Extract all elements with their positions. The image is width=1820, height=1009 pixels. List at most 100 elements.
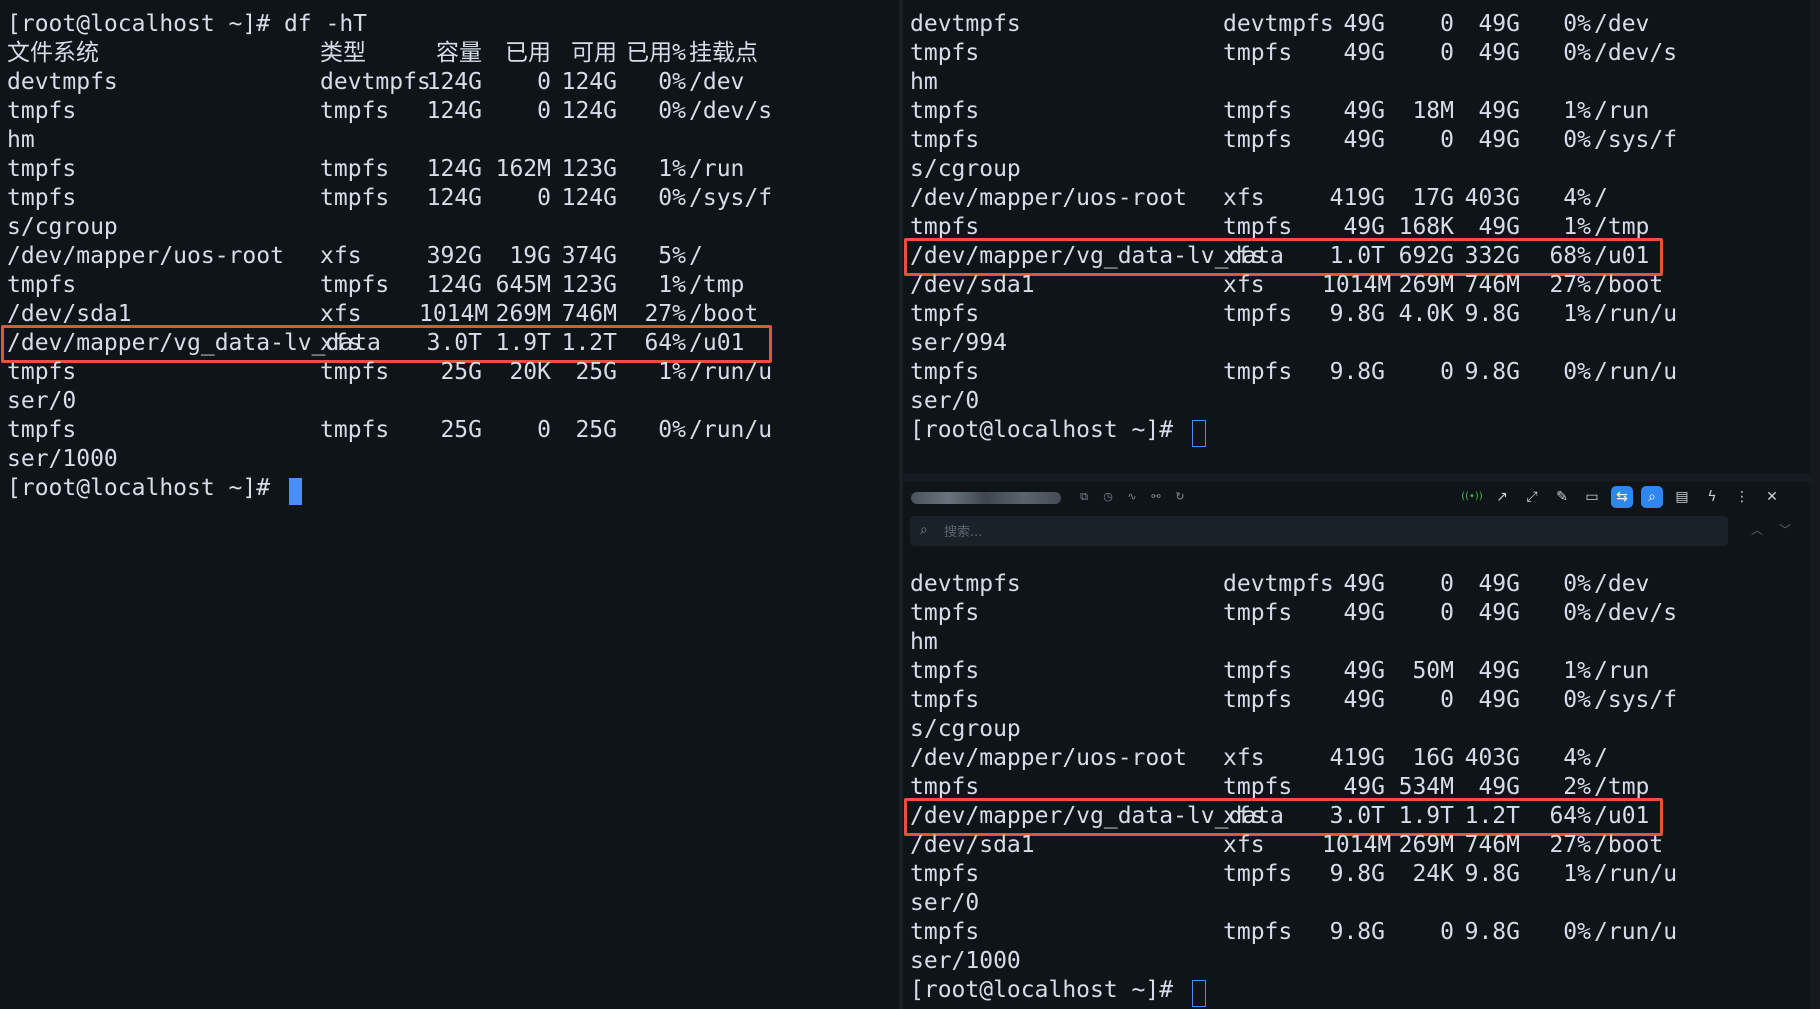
cell-used: 0 [1440,40,1454,66]
cell-type: tmpfs [1223,600,1293,626]
cell-used: 0 [537,98,551,124]
cell-use-percent: 2% [1563,774,1591,800]
cell-use-percent: 0% [1563,571,1591,597]
cell-avail: 49G [1478,658,1520,684]
cell-size: 49G [1343,774,1385,800]
shell-prompt: [root@localhost ~]# [910,977,1187,1003]
cell-use-percent: 0% [1563,359,1591,385]
close-icon[interactable]: ✕ [1761,486,1783,508]
terminal-text: ser/0 [910,388,980,414]
clock-icon[interactable]: ◷ [1097,486,1119,508]
cell-use-percent: 已用% [626,40,686,66]
search-input[interactable] [942,521,1706,543]
cell-use-percent: 0% [1563,919,1591,945]
cell-filesystem: tmpfs [7,98,77,124]
terminal-text: [root@localhost ~]# df -hT [7,11,368,37]
cell-use-percent: 27% [644,301,686,327]
search-icon[interactable]: ⌕ [1641,486,1663,508]
copy-icon[interactable]: ⧉ [1073,486,1095,508]
external-link-icon[interactable]: ↗ [1491,486,1513,508]
cell-type: tmpfs [320,156,390,182]
cell-use-percent: 0% [658,417,686,443]
cell-size: 49G [1343,98,1385,124]
scrollbar[interactable] [1810,0,1820,1009]
cell-filesystem: devtmpfs [910,571,1021,597]
cell-size: 1014M [1322,832,1392,858]
cell-mount: /run [1594,658,1650,684]
cell-mount: / [1594,745,1608,771]
cell-filesystem: /dev/sda1 [910,832,1035,858]
search-next-button[interactable]: ﹀ [1775,520,1795,540]
cell-filesystem: /dev/sda1 [7,301,132,327]
cell-mount: /run/u [1594,301,1678,327]
cell-use-percent: 27% [1549,832,1591,858]
cell-used: 692G [1398,243,1454,269]
cell-filesystem: tmpfs [910,919,980,945]
cell-filesystem: /dev/mapper/vg_data-lv_data [7,330,381,356]
cell-avail: 25G [575,359,617,385]
cell-size: 9.8G [1329,301,1385,327]
cell-type: xfs [1223,832,1265,858]
pane-divider-horizontal[interactable] [903,474,1810,482]
cell-filesystem: devtmpfs [7,69,118,95]
cell-avail: 1.2T [1464,803,1520,829]
activity-icon[interactable]: ∿ [1121,486,1143,508]
cell-size: 392G [426,243,482,269]
search-bar: ⌕ [910,516,1728,546]
file-icon[interactable]: ▤ [1671,486,1693,508]
cell-use-percent: 68% [1549,243,1591,269]
terminal-text: ser/1000 [7,446,118,472]
cell-mount: /dev/s [1594,600,1678,626]
cell-used: 0 [1440,600,1454,626]
cell-avail: 49G [1478,214,1520,240]
pen-icon[interactable]: ✎ [1551,486,1573,508]
cell-avail: 49G [1478,687,1520,713]
cell-mount: /dev [689,69,745,95]
split-icon[interactable]: ⇆ [1611,486,1633,508]
cell-used: 20K [509,359,551,385]
cell-filesystem: /dev/mapper/uos-root [910,185,1187,211]
cell-filesystem: tmpfs [7,359,77,385]
folder-icon[interactable]: ▭ [1581,486,1603,508]
cell-type: xfs [1223,803,1265,829]
terminal-text: hm [7,127,35,153]
cell-size: 49G [1343,571,1385,597]
cell-mount: /run/u [1594,919,1678,945]
link-icon[interactable]: ⚯ [1145,486,1167,508]
cell-avail: 332G [1464,243,1520,269]
cell-used: 19G [509,243,551,269]
more-vertical-icon[interactable]: ⋮ [1731,486,1753,508]
cell-filesystem: tmpfs [910,861,980,887]
cell-mount: /run/u [689,359,773,385]
cell-use-percent: 4% [1563,745,1591,771]
cell-used: 269M [1398,832,1454,858]
cell-avail: 49G [1478,11,1520,37]
cell-avail: 746M [1464,272,1520,298]
cell-type: tmpfs [320,185,390,211]
cell-type: xfs [1223,243,1265,269]
shell-prompt: [root@localhost ~]# [7,475,284,501]
broadcast-icon[interactable]: ((•)) [1461,486,1483,508]
cell-use-percent: 1% [1563,301,1591,327]
terminal-pane-bottom-right[interactable]: devtmpfs devtmpfs 49G 0 49G 0%/dev tmpfs tmpfs 4… [903,560,1810,1009]
cell-filesystem: /dev/mapper/uos-root [7,243,284,269]
terminal-pane-top-right[interactable]: devtmpfs devtmpfs 49G 0 49G 0%/dev tmpfs tmpfs 4… [903,0,1810,474]
refresh-icon[interactable]: ↻ [1169,486,1191,508]
cell-use-percent: 0% [1563,11,1591,37]
terminal-pane-left[interactable]: [root@localhost ~]# df -hT 文件系统 类型 容量 已用 可用 已用… [0,0,899,1009]
cell-filesystem: /dev/sda1 [910,272,1035,298]
cell-use-percent: 1% [658,272,686,298]
cell-size: 1014M [419,301,489,327]
cell-used: 269M [495,301,551,327]
expand-icon[interactable]: ⤢ [1521,486,1543,508]
cell-type: devtmpfs [1223,11,1334,37]
search-prev-button[interactable]: ︿ [1747,520,1767,540]
terminal-text: s/cgroup [7,214,118,240]
lightning-icon[interactable]: ϟ [1701,486,1723,508]
cell-filesystem: tmpfs [7,156,77,182]
cell-size: 49G [1343,40,1385,66]
cell-filesystem: tmpfs [910,214,980,240]
cell-used: 50M [1412,658,1454,684]
cell-filesystem: tmpfs [910,98,980,124]
cell-size: 3.0T [426,330,482,356]
